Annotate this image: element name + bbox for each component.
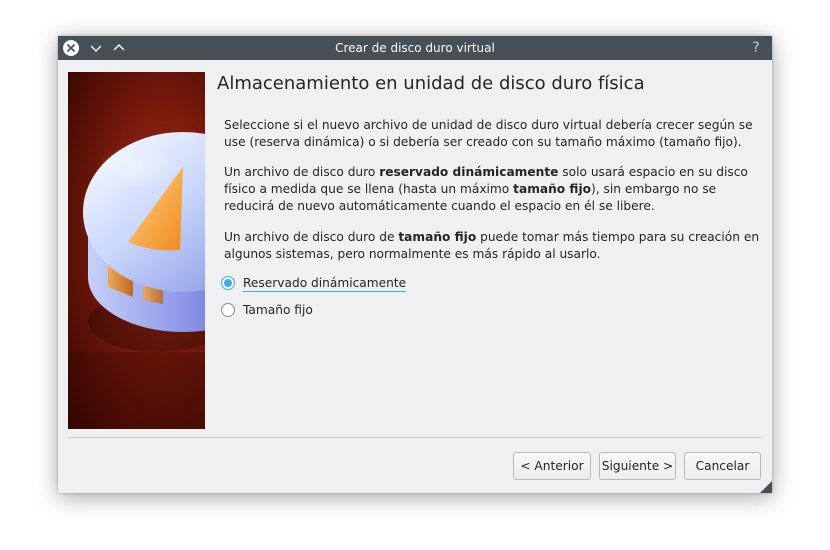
back-button[interactable]: < Anterior [513, 452, 591, 480]
help-icon[interactable]: ? [746, 38, 766, 58]
text-segment: Un archivo de disco duro [224, 165, 380, 179]
next-button[interactable]: Siguiente > [599, 452, 676, 480]
bold-term-dynamic: reservado dinámicamente [379, 165, 559, 179]
radio-indicator[interactable] [221, 303, 235, 317]
window-title: Crear de disco duro virtual [335, 41, 495, 55]
wizard-banner-image [68, 72, 205, 429]
text-segment: Un archivo de disco duro de [224, 230, 399, 244]
radio-label: Reservado dinámicamente [243, 275, 407, 292]
titlebar: Crear de disco duro virtual ? [58, 36, 772, 60]
create-virtual-disk-dialog: Crear de disco duro virtual ? Almacenami… [58, 36, 772, 493]
radio-indicator[interactable] [221, 276, 235, 290]
dynamic-description-text: Un archivo de disco duro reservado dinám… [224, 164, 764, 215]
bold-term-fixed: tamaño fijo [513, 182, 591, 196]
cancel-button[interactable]: Cancelar [684, 452, 761, 480]
radio-dynamic[interactable]: Reservado dinámicamente [221, 273, 407, 293]
divider [68, 437, 762, 438]
page-title: Almacenamiento en unidad de disco duro f… [217, 73, 645, 94]
description-text: Seleccione si el nuevo archivo de unidad… [224, 118, 753, 149]
radio-label: Tamaño fijo [243, 303, 313, 317]
resize-grip-icon[interactable] [760, 481, 772, 493]
fixed-description-text: Un archivo de disco duro de tamaño fijo … [224, 229, 764, 263]
bold-term-fixed: tamaño fijo [398, 230, 477, 244]
radio-fixed[interactable]: Tamaño fijo [221, 300, 313, 320]
